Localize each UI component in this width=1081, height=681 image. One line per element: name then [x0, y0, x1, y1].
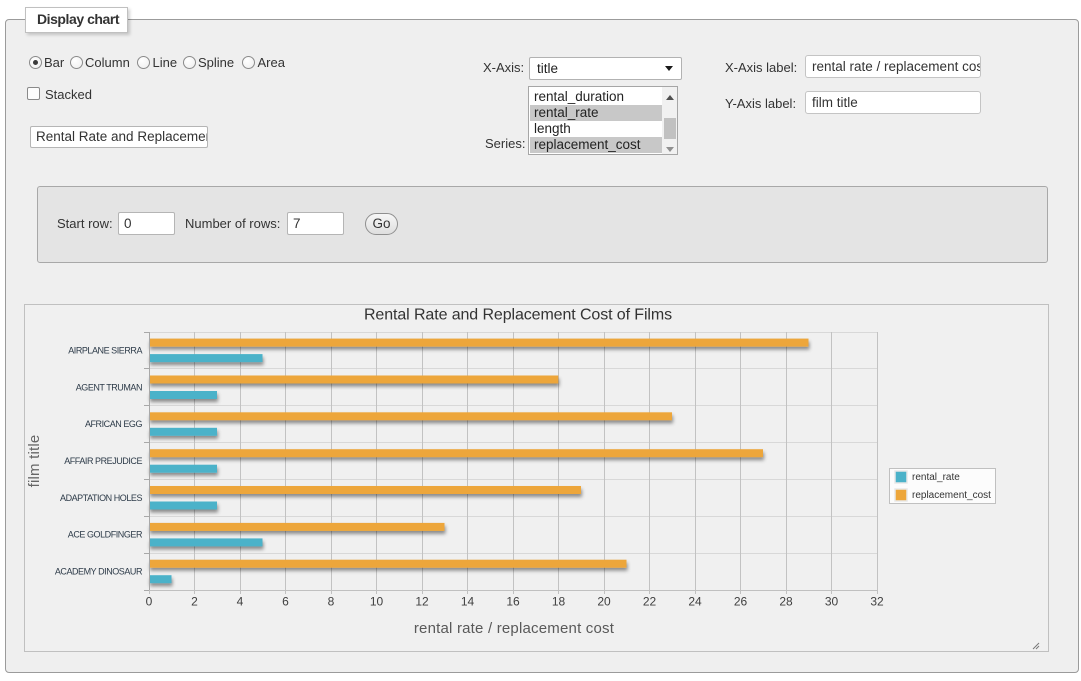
svg-text:film title: film title	[26, 435, 43, 488]
svg-text:8: 8	[328, 595, 335, 609]
svg-text:16: 16	[506, 595, 520, 609]
svg-text:0: 0	[146, 595, 153, 609]
svg-text:18: 18	[552, 595, 566, 609]
svg-text:Rental Rate and Replacement Co: Rental Rate and Replacement Cost of Film…	[364, 307, 672, 324]
svg-text:ACADEMY DINOSAUR: ACADEMY DINOSAUR	[55, 567, 143, 577]
svg-text:30: 30	[825, 595, 839, 609]
svg-text:22: 22	[643, 595, 657, 609]
svg-text:10: 10	[370, 595, 384, 609]
svg-text:24: 24	[688, 595, 702, 609]
svg-text:32: 32	[870, 595, 884, 609]
svg-text:AFRICAN EGG: AFRICAN EGG	[85, 419, 143, 429]
svg-text:rental_rate: rental_rate	[912, 472, 960, 483]
svg-text:2: 2	[191, 595, 198, 609]
svg-text:replacement_cost: replacement_cost	[912, 490, 991, 501]
svg-text:28: 28	[779, 595, 793, 609]
svg-text:14: 14	[461, 595, 475, 609]
svg-text:AGENT TRUMAN: AGENT TRUMAN	[76, 382, 142, 392]
svg-text:ADAPTATION HOLES: ADAPTATION HOLES	[60, 493, 142, 503]
svg-text:12: 12	[415, 595, 429, 609]
svg-text:ACE GOLDFINGER: ACE GOLDFINGER	[68, 530, 143, 540]
svg-text:26: 26	[734, 595, 748, 609]
svg-text:6: 6	[282, 595, 289, 609]
svg-text:4: 4	[237, 595, 244, 609]
svg-text:AIRPLANE SIERRA: AIRPLANE SIERRA	[68, 345, 142, 355]
svg-text:rental rate / replacement cost: rental rate / replacement cost	[414, 620, 615, 637]
svg-text:AFFAIR PREJUDICE: AFFAIR PREJUDICE	[64, 456, 142, 466]
svg-text:20: 20	[597, 595, 611, 609]
